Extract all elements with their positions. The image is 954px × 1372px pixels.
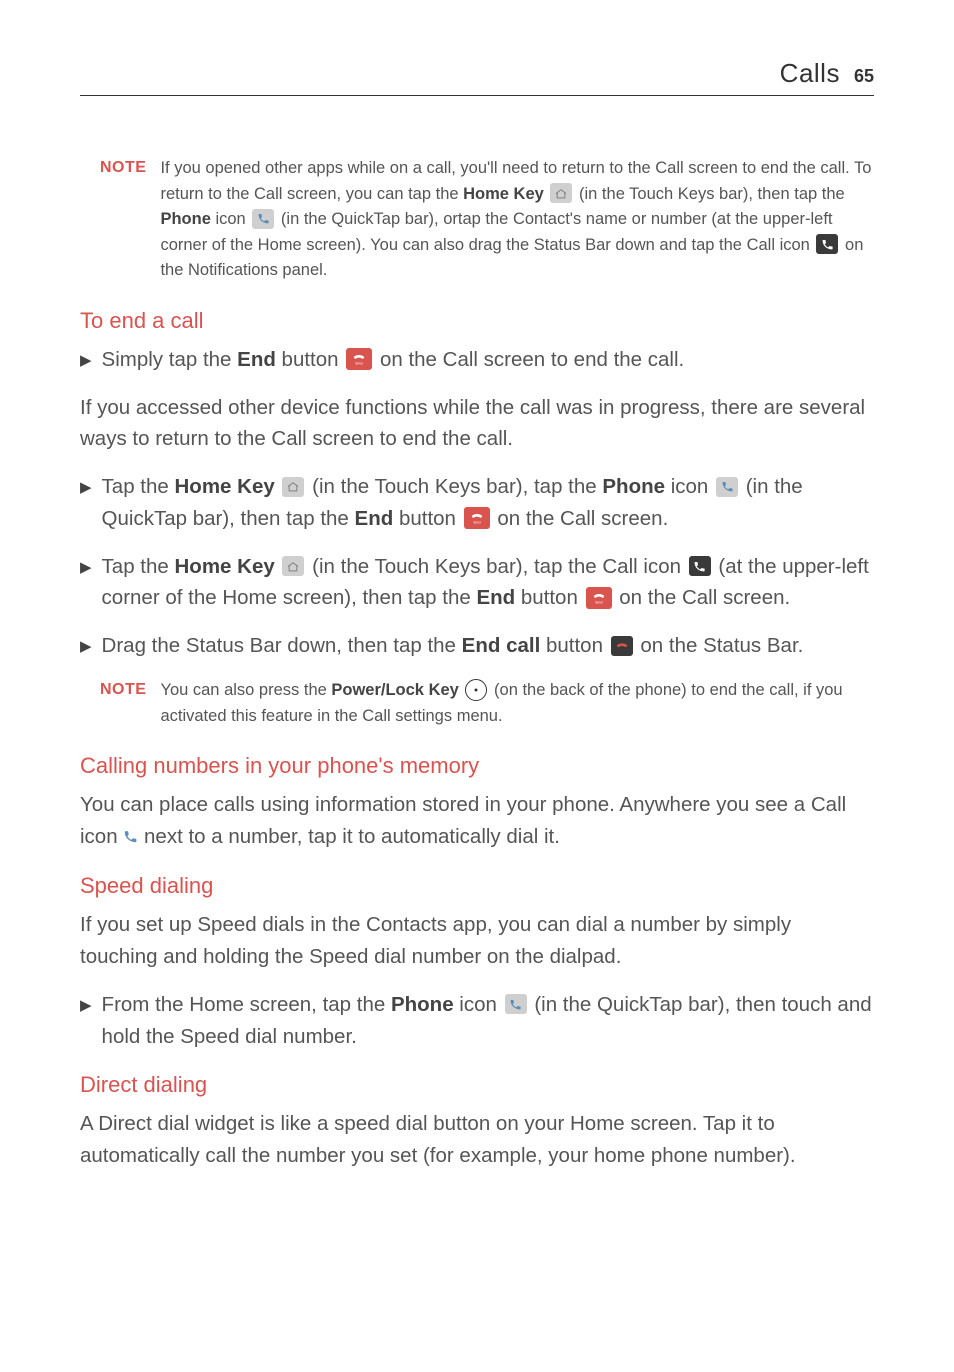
body-paragraph: If you set up Speed dials in the Contact… [80,909,874,973]
note-text-fragment: icon [211,210,250,228]
text-fragment: on the Call screen to end the call. [380,348,684,371]
note-block: NOTE You can also press the Power/Lock K… [100,678,874,729]
note-text-fragment: (in the Touch Keys bar), then tap the [579,185,845,203]
call-icon [816,234,838,254]
call-icon [123,822,138,854]
svg-text:End: End [356,361,363,366]
phone-label: Phone [160,210,210,228]
phone-label: Phone [391,993,454,1016]
home-key-label: Home Key [463,185,544,203]
power-lock-key-icon [465,679,487,701]
section-heading-memory: Calling numbers in your phone's memory [80,753,874,779]
text-fragment: (in the Touch Keys bar), tap the Call ic… [312,555,687,578]
list-item-text: From the Home screen, tap the Phone icon… [102,989,874,1053]
list-item-text: Drag the Status Bar down, then tap the E… [102,630,804,662]
section-heading-direct: Direct dialing [80,1072,874,1098]
list-item-text: Tap the Home Key (in the Touch Keys bar)… [102,551,874,615]
end-button-icon: End [346,348,372,370]
end-call-icon [611,636,633,656]
header-section-title: Calls [780,58,840,89]
list-item: ▶ Simply tap the End button End on the C… [80,344,874,376]
end-label: End [355,507,394,530]
phone-icon [505,994,527,1014]
text-fragment: button [540,634,608,657]
home-key-icon [282,556,304,576]
text-fragment: (in the Touch Keys bar), tap the [312,475,602,498]
note-text-fragment: You can also press the [160,681,331,699]
call-icon [689,556,711,576]
text-fragment: button [276,348,344,371]
bullet-icon: ▶ [80,471,92,535]
section-heading-end-call: To end a call [80,308,874,334]
end-button-icon: End [586,587,612,609]
text-fragment: next to a number, tap it to automaticall… [144,825,560,848]
text-fragment: Tap the [102,475,175,498]
list-item-text: Tap the Home Key (in the Touch Keys bar)… [102,471,874,535]
text-fragment: on the Call screen. [497,507,668,530]
body-paragraph: You can place calls using information st… [80,789,874,853]
body-paragraph: If you accessed other device functions w… [80,392,874,456]
text-fragment: Tap the [102,555,175,578]
phone-icon [252,209,274,229]
end-label: End [237,348,276,371]
home-key-label: Home Key [175,555,275,578]
home-key-label: Home Key [175,475,275,498]
list-item: ▶ Tap the Home Key (in the Touch Keys ba… [80,551,874,615]
text-fragment: button [393,507,461,530]
page-number: 65 [854,66,874,87]
note-label: NOTE [100,156,146,284]
note-text: You can also press the Power/Lock Key (o… [160,678,874,729]
text-fragment: on the Call screen. [619,586,790,609]
phone-icon [716,477,738,497]
bullet-icon: ▶ [80,630,92,662]
text-fragment: icon [665,475,714,498]
list-item: ▶ Tap the Home Key (in the Touch Keys ba… [80,471,874,535]
body-paragraph: A Direct dial widget is like a speed dia… [80,1108,874,1172]
text-fragment: on the Status Bar. [640,634,803,657]
bullet-icon: ▶ [80,989,92,1053]
list-item: ▶ From the Home screen, tap the Phone ic… [80,989,874,1053]
text-fragment: Drag the Status Bar down, then tap the [102,634,462,657]
home-key-icon [282,477,304,497]
text-fragment: From the Home screen, tap the [102,993,391,1016]
bullet-icon: ▶ [80,551,92,615]
home-key-icon [550,183,572,203]
svg-text:End: End [473,520,480,525]
note-label: NOTE [100,678,146,729]
end-label: End [476,586,515,609]
page-content: Calls 65 NOTE If you opened other apps w… [0,0,954,1228]
page-header: Calls 65 [80,58,874,96]
list-item-text: Simply tap the End button End on the Cal… [102,344,685,376]
note-text: If you opened other apps while on a call… [160,156,874,284]
svg-text:End: End [595,599,602,604]
list-item: ▶ Drag the Status Bar down, then tap the… [80,630,874,662]
text-fragment: icon [454,993,503,1016]
end-call-label: End call [462,634,541,657]
power-lock-key-label: Power/Lock Key [331,681,458,699]
end-button-icon: End [464,507,490,529]
note-block: NOTE If you opened other apps while on a… [100,156,874,284]
bullet-icon: ▶ [80,344,92,376]
text-fragment: Simply tap the [102,348,238,371]
phone-label: Phone [602,475,665,498]
section-heading-speed: Speed dialing [80,873,874,899]
text-fragment: button [515,586,583,609]
